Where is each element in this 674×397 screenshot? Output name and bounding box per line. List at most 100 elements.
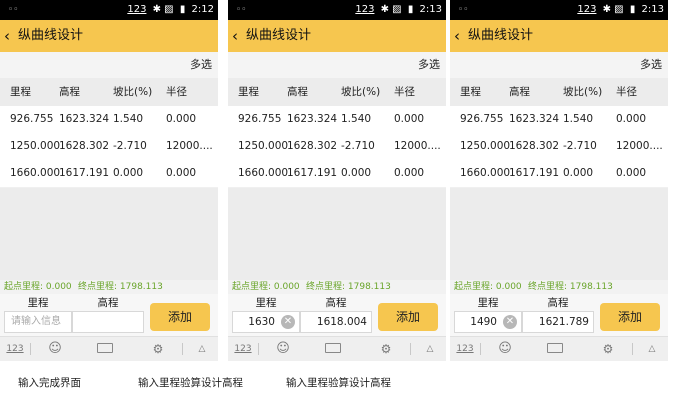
elevation-output: 1621.789 (522, 311, 594, 333)
cell-radius: 0.000 (166, 167, 197, 179)
page-title: 纵曲线设计 (18, 28, 84, 43)
title-bar: ‹ 纵曲线设计 (228, 20, 446, 52)
column-slope: 坡比(%) (113, 86, 153, 98)
cell-mileage: 1250.000 (238, 140, 289, 152)
bluetooth-signal-icon: ✱ ▨ (380, 4, 402, 15)
cell-elevation: 1623.324 (59, 113, 110, 125)
keyboard-icon[interactable] (96, 337, 114, 361)
end-mileage: 终点里程: 1798.113 (306, 282, 391, 292)
add-button[interactable]: 添加 (150, 303, 210, 331)
table-row[interactable]: 1250.000 1628.302 -2.710 12000.... (228, 133, 446, 161)
back-arrow-icon[interactable]: ‹ (4, 20, 10, 52)
cell-elevation: 1628.302 (509, 140, 560, 152)
cell-slope: 1.540 (341, 113, 372, 125)
numeric-keyboard-toggle[interactable]: 123 (456, 337, 474, 361)
table-header: 里程 高程 坡比(%) 半径 (228, 78, 446, 106)
settings-icon[interactable]: ⚙ (378, 337, 394, 361)
multi-select-button[interactable]: 多选 (640, 52, 662, 78)
mileage-placeholder: 请输入信息 (11, 316, 61, 327)
table-row[interactable]: 1660.000 1617.191 0.000 0.000 (228, 160, 446, 188)
divider (632, 343, 633, 355)
table-row[interactable]: 1250.000 1628.302 -2.710 12000.... (0, 133, 218, 161)
keyboard-icon[interactable] (324, 337, 342, 361)
table-header: 里程 高程 坡比(%) 半径 (0, 78, 218, 106)
status-bar: ◦◦ 123 ✱ ▨ ▮ 2:13 (450, 0, 668, 20)
cell-elevation: 1617.191 (59, 167, 110, 179)
numeric-keyboard-toggle[interactable]: 123 (234, 337, 252, 361)
caption-screen-2: 输入里程验算设计高程 (138, 377, 243, 389)
emoji-icon[interactable]: ☺ (497, 337, 513, 361)
column-elevation: 高程 (509, 86, 530, 98)
cell-radius: 0.000 (616, 167, 647, 179)
multi-select-button[interactable]: 多选 (190, 52, 212, 78)
emoji-icon[interactable]: ☺ (275, 337, 291, 361)
cell-radius: 0.000 (616, 113, 647, 125)
collapse-keyboard-icon[interactable]: △ (422, 337, 438, 361)
settings-icon[interactable]: ⚙ (600, 337, 616, 361)
cell-radius: 0.000 (394, 113, 425, 125)
numeric-keyboard-toggle[interactable]: 123 (6, 337, 24, 361)
table-row[interactable]: 1660.000 1617.191 0.000 0.000 (0, 160, 218, 188)
cell-mileage: 926.755 (10, 113, 54, 125)
back-arrow-icon[interactable]: ‹ (232, 20, 238, 52)
table-row[interactable]: 926.755 1623.324 1.540 0.000 (0, 106, 218, 134)
keyboard-indicator: 123 (355, 4, 375, 15)
cell-radius: 12000.... (394, 140, 441, 152)
cell-mileage: 926.755 (460, 113, 504, 125)
cell-mileage: 1660.000 (460, 167, 511, 179)
clock: 2:13 (641, 4, 664, 15)
page-title: 纵曲线设计 (468, 28, 534, 43)
settings-icon[interactable]: ⚙ (150, 337, 166, 361)
keyboard-toolbar: 123 ☺ ⚙ △ (228, 336, 446, 361)
column-slope: 坡比(%) (563, 86, 603, 98)
cell-radius: 0.000 (166, 113, 197, 125)
table-row[interactable]: 1660.000 1617.191 0.000 0.000 (450, 160, 668, 188)
add-button[interactable]: 添加 (378, 303, 438, 331)
cell-elevation: 1628.302 (287, 140, 338, 152)
column-mileage: 里程 (460, 86, 481, 98)
mileage-input[interactable]: 1490 ✕ (454, 311, 522, 333)
table-row[interactable]: 926.755 1623.324 1.540 0.000 (450, 106, 668, 134)
toolbar: 多选 (0, 52, 218, 78)
collapse-keyboard-icon[interactable]: △ (644, 337, 660, 361)
phone-screen-2: ◦◦ 123 ✱ ▨ ▮ 2:13 ‹ 纵曲线设计 多选 里程 高程 坡比(%)… (228, 0, 446, 361)
cell-mileage: 1250.000 (10, 140, 61, 152)
clear-input-icon[interactable]: ✕ (281, 315, 295, 329)
cell-slope: 0.000 (341, 167, 372, 179)
phone-screen-3: ◦◦ 123 ✱ ▨ ▮ 2:13 ‹ 纵曲线设计 多选 里程 高程 坡比(%)… (450, 0, 668, 361)
mileage-input-label: 里程 (255, 297, 277, 309)
collapse-keyboard-icon[interactable]: △ (194, 337, 210, 361)
battery-icon: ▮ (629, 4, 636, 15)
keyboard-icon[interactable] (546, 337, 564, 361)
phone-screen-1: ◦◦ 123 ✱ ▨ ▮ 2:12 ‹ 纵曲线设计 多选 里程 高程 坡比(%)… (0, 0, 218, 361)
divider (410, 343, 411, 355)
mileage-info-bar: 起点里程: 0.000 终点里程: 1798.113 (450, 280, 668, 294)
toolbar: 多选 (450, 52, 668, 78)
add-button[interactable]: 添加 (600, 303, 660, 331)
input-area: 里程 高程 1490 ✕ 1621.789 添加 (450, 294, 668, 336)
divider (30, 343, 31, 355)
cell-elevation: 1617.191 (287, 167, 338, 179)
keyboard-indicator: 123 (127, 4, 147, 15)
elevation-output (72, 311, 144, 333)
cell-elevation: 1617.191 (509, 167, 560, 179)
table-row[interactable]: 1250.000 1628.302 -2.710 12000.... (450, 133, 668, 161)
back-arrow-icon[interactable]: ‹ (454, 20, 460, 52)
mileage-value: 1490 (470, 316, 497, 328)
start-mileage: 起点里程: 0.000 (454, 282, 522, 292)
table-row[interactable]: 926.755 1623.324 1.540 0.000 (228, 106, 446, 134)
cell-slope: 0.000 (113, 167, 144, 179)
mileage-input[interactable]: 1630 ✕ (232, 311, 300, 333)
multi-select-button[interactable]: 多选 (418, 52, 440, 78)
status-right: 123 ✱ ▨ ▮ 2:13 (574, 0, 664, 20)
elevation-value: 1621.789 (538, 316, 589, 328)
cell-slope: -2.710 (113, 140, 147, 152)
emoji-icon[interactable]: ☺ (47, 337, 63, 361)
elevation-output: 1618.004 (300, 311, 372, 333)
mileage-input-label: 里程 (477, 297, 499, 309)
clear-input-icon[interactable]: ✕ (503, 315, 517, 329)
end-mileage: 终点里程: 1798.113 (78, 282, 163, 292)
mileage-input[interactable]: 请输入信息 (4, 311, 72, 333)
keyboard-toolbar: 123 ☺ ⚙ △ (0, 336, 218, 361)
cell-radius: 12000.... (166, 140, 213, 152)
